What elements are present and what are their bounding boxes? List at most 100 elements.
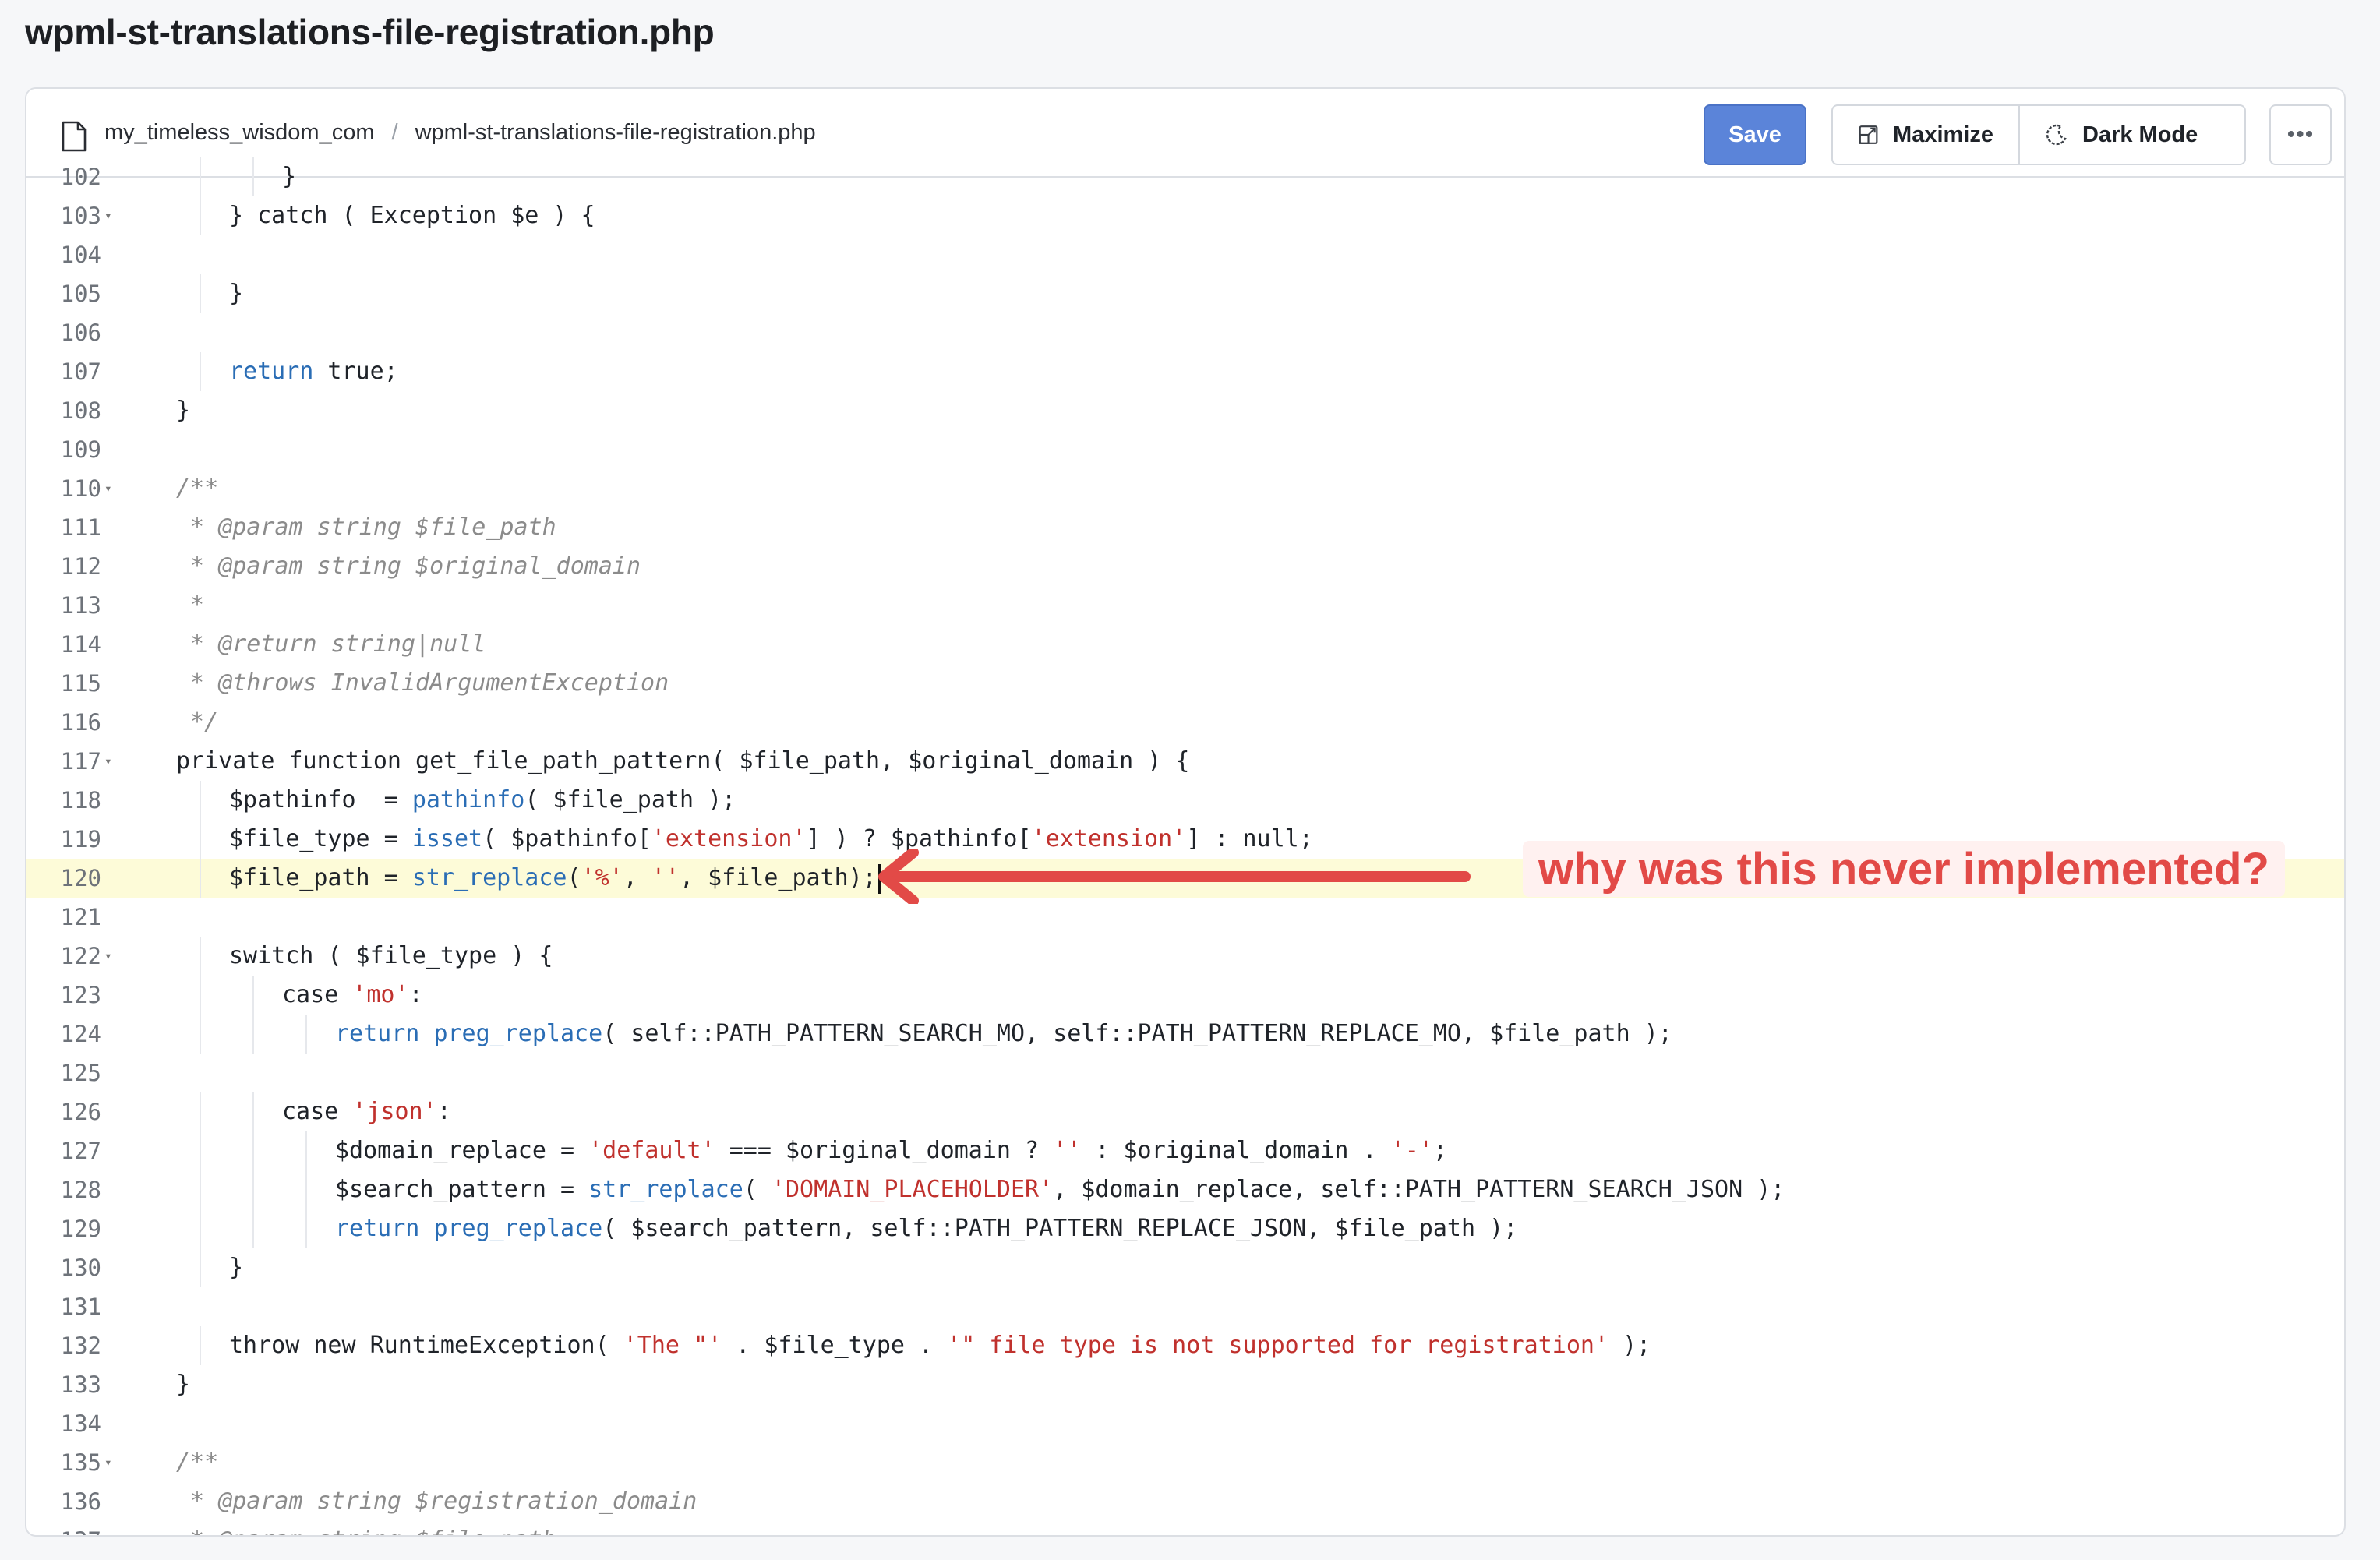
code-text: $search_pattern = str_replace( 'DOMAIN_P… [335,1170,1785,1209]
code-token: } [229,280,244,307]
code-line[interactable]: 105} [26,274,2344,313]
more-options-button[interactable]: ••• [2269,104,2332,165]
code-token: ; [1432,1137,1447,1164]
code-text: * @return string|null [176,625,486,664]
line-number: 121 [60,904,101,930]
code-token: ( $pathinfo[ [482,825,651,852]
fold-toggle-icon[interactable]: ▾ [104,1443,112,1482]
code-line[interactable]: 124 return preg_replace( self::PATH_PATTE… [26,1015,2344,1054]
code-text: /** [176,1443,218,1482]
code-line[interactable]: 136 * @param string $registration_domain [26,1482,2344,1521]
code-line[interactable]: 134 [26,1404,2344,1443]
code-token: $file_path = [229,864,412,891]
line-number: 102 [60,164,101,190]
code-line[interactable]: 137 * @param string $file_path [26,1521,2344,1535]
line-number: 128 [60,1177,101,1203]
code-line[interactable]: 110 ▾ /** [26,469,2344,508]
code-line[interactable]: 112 * @param string $original_domain [26,547,2344,586]
code-line[interactable]: 123 case 'mo': [26,976,2344,1015]
indent-guide [305,1131,307,1170]
code-token: ] ) ? $pathinfo[ [806,825,1032,852]
code-text: case 'mo': [282,976,423,1015]
moon-icon [2046,124,2067,146]
code-token: , [623,864,651,891]
indent-guide [305,1209,307,1248]
dark-mode-label: Dark Mode [2082,122,2198,147]
maximize-button[interactable]: Maximize [1833,106,2020,164]
code-token: /** [176,1449,219,1476]
fold-toggle-icon[interactable]: ▾ [104,469,112,508]
code-line[interactable]: 117 ▾ private function get_file_path_patte… [26,742,2344,781]
code-line[interactable]: 102} [26,157,2344,196]
code-line[interactable]: 116 */ [26,703,2344,742]
indent-guide [200,820,201,859]
code-line[interactable]: 113 * [26,586,2344,625]
code-text: } [229,1248,243,1287]
code-line[interactable]: 115 * @throws InvalidArgumentException [26,664,2344,703]
indent-guide [252,976,254,1015]
line-number: 120 [60,865,101,891]
code-text: switch ( $file_type ) { [229,937,553,976]
code-token: true; [313,358,398,385]
code-token: * @param string $registration_domain [176,1488,697,1515]
indent-guide [305,1015,307,1054]
line-number: 136 [60,1488,101,1515]
code-token: switch ( $file_type ) { [229,942,553,969]
code-line[interactable]: 126 case 'json': [26,1092,2344,1131]
code-token: ); [1608,1332,1651,1359]
line-number: 112 [60,553,101,580]
code-line[interactable]: 109 [26,430,2344,469]
indent-guide [200,157,201,196]
code-text: } [229,274,243,313]
indent-guide [200,1131,201,1170]
code-token: : [436,1098,451,1125]
code-line[interactable]: 132 throw new RuntimeException( 'The "' .… [26,1326,2344,1365]
code-line[interactable]: 127 $domain_replace = 'default' === $orig… [26,1131,2344,1170]
breadcrumb-site[interactable]: my_timeless_wisdom_com [104,120,375,146]
save-button[interactable]: Save [1704,104,1806,165]
fold-toggle-icon[interactable]: ▾ [104,742,112,781]
code-token: } [176,1371,191,1398]
fold-toggle-icon[interactable]: ▾ [104,937,112,976]
indent-guide [200,274,201,313]
code-line[interactable]: 129 return preg_replace( $search_pattern,… [26,1209,2344,1248]
line-number: 114 [60,631,101,658]
code-line[interactable]: 122 ▾ switch ( $file_type ) { [26,937,2344,976]
code-text: */ [176,703,218,742]
indent-guide [200,976,201,1015]
code-line[interactable]: 133} [26,1365,2344,1404]
breadcrumb-file: wpml-st-translations-file-registration.p… [415,119,816,145]
code-line[interactable]: 128 $search_pattern = str_replace( 'DOMAI… [26,1170,2344,1209]
code-token: */ [176,708,219,736]
code-token: ( [743,1176,772,1203]
code-line[interactable]: 130} [26,1248,2344,1287]
indent-guide [252,1015,254,1054]
dark-mode-button[interactable]: Dark Mode [2020,106,2223,164]
code-line[interactable]: 107 return true; [26,352,2344,391]
code-text: } [282,157,296,196]
code-text: return true; [229,352,398,391]
code-line[interactable]: 104 [26,235,2344,274]
code-token: * @param string $original_domain [176,552,641,580]
line-number: 125 [60,1060,101,1086]
code-line[interactable]: 103 ▾} catch ( Exception $e ) { [26,196,2344,235]
indent-guide [200,1326,201,1365]
code-token: 'json' [352,1098,437,1125]
code-line[interactable]: 118 $pathinfo = pathinfo( $file_path ); [26,781,2344,820]
code-line[interactable]: 131 [26,1287,2344,1326]
line-number: 115 [60,670,101,697]
indent-guide [252,157,254,196]
code-line[interactable]: 114 * @return string|null [26,625,2344,664]
code-line[interactable]: 125 [26,1054,2344,1092]
code-text: private function get_file_path_pattern( … [176,742,1189,781]
fold-toggle-icon[interactable]: ▾ [104,196,112,235]
code-line[interactable]: 111 * @param string $file_path [26,508,2344,547]
code-text: * @param string $file_path [176,1521,556,1535]
code-token: 'extension' [1031,825,1187,852]
code-token: 'extension' [651,825,807,852]
code-line[interactable]: 106 [26,313,2344,352]
code-line[interactable]: 108} [26,391,2344,430]
code-line[interactable]: 135 ▾ /** [26,1443,2344,1482]
line-number: 122 [60,943,101,969]
line-number: 107 [60,358,101,385]
